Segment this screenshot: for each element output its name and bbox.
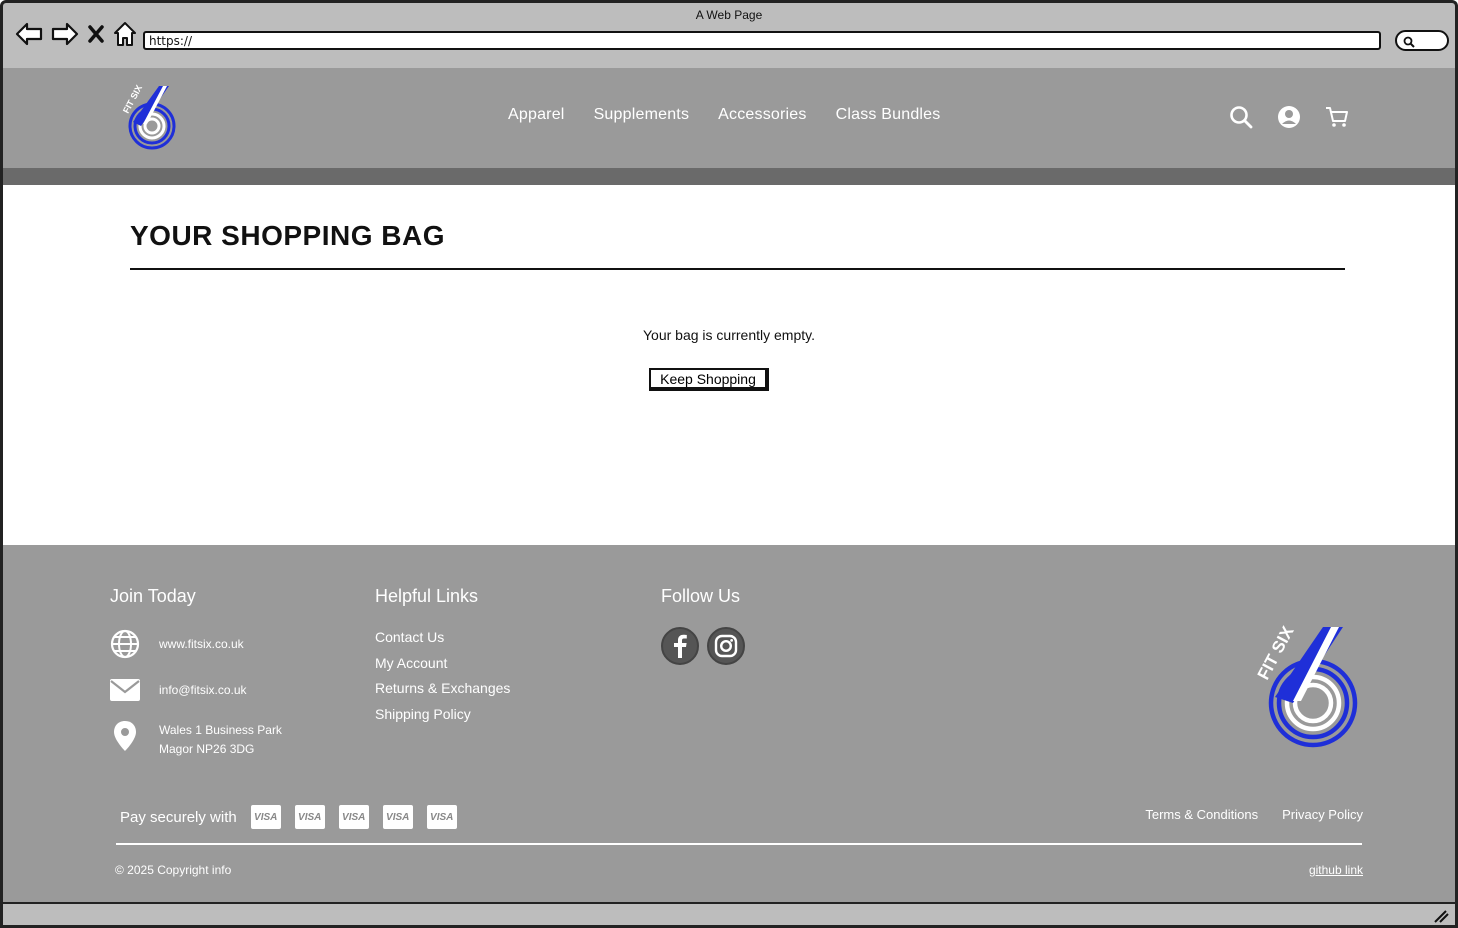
search-icon: [1403, 36, 1415, 48]
legal-links: Terms & Conditions Privacy Policy: [1145, 807, 1363, 822]
terms-link[interactable]: Terms & Conditions: [1145, 807, 1258, 822]
social-links: [661, 627, 745, 665]
nav-supplements[interactable]: Supplements: [594, 106, 690, 124]
browser-chrome: A Web Page https://: [0, 0, 1458, 68]
github-link[interactable]: github link: [1309, 863, 1363, 877]
empty-bag-message: Your bag is currently empty.: [643, 327, 815, 343]
home-icon[interactable]: [113, 21, 137, 47]
site-header: FIT SIX Apparel Supplements Accessories …: [3, 68, 1455, 168]
cart-icon[interactable]: [1325, 105, 1349, 134]
resize-grip-icon[interactable]: [1433, 909, 1449, 923]
helpful-links-list: Contact Us My Account Returns & Exchange…: [375, 625, 510, 727]
nav-class-bundles[interactable]: Class Bundles: [836, 106, 941, 124]
logo-text: FIT SIX: [121, 83, 144, 115]
keep-shopping-button[interactable]: Keep Shopping: [649, 368, 769, 391]
facebook-icon[interactable]: [661, 627, 699, 665]
location-pin-icon: [110, 721, 140, 751]
pay-securely-label: Pay securely with: [120, 808, 237, 826]
search-icon[interactable]: [1229, 105, 1253, 134]
link-contact-us[interactable]: Contact Us: [375, 625, 510, 651]
title-divider: [130, 268, 1345, 270]
browser-title: A Web Page: [695, 8, 763, 22]
header-actions: [1229, 105, 1349, 134]
browser-search-field[interactable]: [1395, 30, 1449, 51]
address-text: Wales 1 Business Park Magor NP26 3DG: [159, 721, 282, 759]
account-icon[interactable]: [1277, 105, 1301, 134]
nav-accessories[interactable]: Accessories: [718, 106, 806, 124]
envelope-icon: [110, 675, 140, 705]
website-row: www.fitsix.co.uk: [110, 629, 244, 659]
site-footer: Join Today www.fitsix.co.uk info@fitsix.…: [3, 545, 1455, 902]
visa-card-icon: VISA: [426, 805, 457, 829]
join-today-heading: Join Today: [110, 586, 196, 606]
website-link[interactable]: www.fitsix.co.uk: [159, 637, 244, 651]
email-link[interactable]: info@fitsix.co.uk: [159, 683, 247, 697]
fit-six-logo[interactable]: FIT SIX: [119, 82, 181, 150]
footer-divider: [116, 843, 1362, 845]
visa-card-icon: VISA: [382, 805, 413, 829]
visa-card-icon: VISA: [338, 805, 369, 829]
url-bar[interactable]: https://: [143, 31, 1381, 50]
privacy-link[interactable]: Privacy Policy: [1282, 807, 1363, 822]
close-icon[interactable]: [87, 24, 105, 44]
visa-card-icon: VISA: [250, 805, 281, 829]
follow-us-heading: Follow Us: [661, 586, 741, 606]
page-title: YOUR SHOPPING BAG: [130, 220, 445, 251]
address-row: Wales 1 Business Park Magor NP26 3DG: [110, 721, 282, 759]
helpful-links-heading: Helpful Links: [375, 586, 479, 606]
address-line-2: Magor NP26 3DG: [159, 742, 255, 756]
visa-card-icon: VISA: [294, 805, 325, 829]
instagram-icon[interactable]: [707, 627, 745, 665]
shopping-bag-section: YOUR SHOPPING BAG Your bag is currently …: [3, 185, 1455, 545]
globe-icon: [110, 629, 140, 659]
header-stripe: [3, 168, 1455, 185]
browser-nav: [15, 21, 137, 47]
link-returns-exchanges[interactable]: Returns & Exchanges: [375, 676, 510, 702]
email-row: info@fitsix.co.uk: [110, 675, 247, 705]
payment-methods: Pay securely with VISA VISA VISA VISA VI…: [120, 805, 457, 829]
link-shipping-policy[interactable]: Shipping Policy: [375, 702, 510, 728]
browser-status-bar: [0, 902, 1458, 928]
copyright-text: © 2025 Copyright info: [115, 863, 232, 877]
forward-icon[interactable]: [51, 21, 79, 47]
main-nav: Apparel Supplements Accessories Class Bu…: [508, 106, 940, 124]
address-line-1: Wales 1 Business Park: [159, 723, 282, 737]
link-my-account[interactable]: My Account: [375, 651, 510, 677]
back-icon[interactable]: [15, 21, 43, 47]
fit-six-footer-logo: FIT SIX: [1254, 623, 1358, 748]
nav-apparel[interactable]: Apparel: [508, 106, 565, 124]
